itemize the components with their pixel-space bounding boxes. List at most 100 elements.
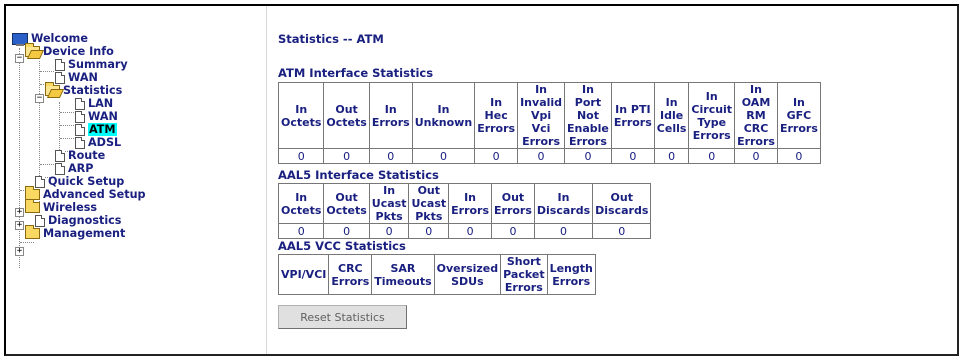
tree-item-device-info[interactable]: Device Info (25, 43, 114, 58)
page-icon (35, 175, 45, 188)
column-header: In Circuit Type Errors (688, 82, 736, 149)
tree-item-route[interactable]: Route (55, 149, 105, 162)
column-header: In Errors (448, 183, 493, 224)
column-header: Out Ucast Pkts (408, 183, 450, 224)
expand-wireless-toggle[interactable]: + (15, 221, 24, 230)
open-folder-icon (25, 43, 40, 57)
tree-item-stat-wan[interactable]: WAN (75, 110, 118, 123)
column-header: In Port Not Enable Errors (564, 82, 612, 149)
expand-management-toggle[interactable]: + (15, 247, 24, 256)
table-header-row: In Octets Out Octets In Errors In Unknown In… (277, 82, 821, 149)
tree-item-stat-lan[interactable]: LAN (75, 97, 113, 110)
aal5-vcc-table: VPI/VCI CRC Errors SAR Timeouts Oversize… (277, 254, 596, 295)
tree-item-wan[interactable]: WAN (55, 71, 98, 84)
table-cell: 0 (734, 148, 778, 164)
table-cell: 0 (411, 148, 476, 164)
page-icon (55, 162, 65, 175)
column-header: Out Octets (323, 183, 370, 224)
tree-item-label: ADSL (88, 136, 122, 149)
expand-advanced-setup-toggle[interactable]: + (15, 208, 24, 217)
aal5-vcc-title: AAL5 VCC Statistics (278, 239, 406, 253)
table-row: 0 0 0 0 0 0 0 0 0 0 0 0 (277, 148, 821, 164)
tree-item-stat-adsl[interactable]: ADSL (75, 136, 121, 149)
column-header: Out Octets (323, 82, 370, 149)
page-icon (75, 110, 85, 123)
column-header: Short Packet Errors (500, 254, 548, 295)
tree-item-label: Diagnostics (48, 214, 122, 227)
column-header: In Hec Errors (474, 82, 519, 149)
tree-item-arp[interactable]: ARP (55, 162, 93, 175)
tree-item-label: Route (68, 149, 106, 162)
tree-line (20, 242, 34, 243)
page-icon (55, 58, 65, 71)
column-header: Oversized SDUs (433, 254, 502, 295)
tree-line (40, 71, 54, 72)
column-header: VPI/VCI (277, 254, 330, 295)
table-cell: 0 (368, 148, 413, 164)
table-cell: 0 (474, 148, 519, 164)
column-header: In Idle Cells (653, 82, 690, 149)
table-cell: 0 (448, 223, 493, 239)
tree-line (19, 48, 20, 268)
tree-line (60, 125, 74, 126)
tree-item-stat-atm[interactable]: ATM (75, 123, 117, 136)
column-header: In Ucast Pkts (368, 183, 410, 224)
column-header: SAR Timeouts (371, 254, 435, 295)
atm-interface-title: ATM Interface Statistics (278, 66, 434, 80)
aal5-interface-title: AAL5 Interface Statistics (278, 168, 439, 182)
column-header: In Unknown (411, 82, 476, 149)
tree-item-statistics[interactable]: Statistics (45, 82, 123, 97)
tree-item-label: WAN (88, 110, 118, 123)
tree-item-quick-setup[interactable]: Quick Setup (35, 175, 124, 188)
tree-item-label: Statistics (63, 84, 123, 97)
column-header: In GFC Errors (776, 82, 821, 149)
tree-item-welcome[interactable]: Welcome (12, 32, 88, 46)
tree-item-label: ARP (68, 162, 94, 175)
tree-line (60, 138, 74, 139)
tree-item-label: Wireless (43, 201, 98, 214)
page-icon (35, 214, 45, 227)
page-title: Statistics -- ATM (278, 32, 384, 46)
tree-item-label: Welcome (31, 32, 88, 45)
tree-item-label: Advanced Setup (43, 188, 146, 201)
column-header: In Discards (533, 183, 594, 224)
frame-divider (266, 6, 267, 354)
atm-interface-table: In Octets Out Octets In Errors In Unknown In… (277, 82, 821, 164)
tree-line (40, 164, 54, 165)
table-cell: 0 (517, 148, 566, 164)
table-cell: 0 (592, 223, 652, 239)
column-header: In Octets (277, 82, 325, 149)
table-cell: 0 (610, 148, 655, 164)
table-cell: 0 (491, 223, 535, 239)
tree-item-label: Quick Setup (48, 175, 125, 188)
page-icon (75, 136, 85, 149)
tree-item-diagnostics[interactable]: Diagnostics (35, 214, 121, 227)
table-cell: 0 (776, 148, 821, 164)
table-cell: 0 (653, 148, 690, 164)
folder-icon (25, 225, 40, 239)
tree-item-summary[interactable]: Summary (55, 58, 128, 71)
table-cell: 0 (533, 223, 594, 239)
tree-item-wireless[interactable]: Wireless (25, 199, 98, 214)
collapse-device-info-toggle[interactable]: − (15, 54, 24, 63)
open-folder-icon (45, 82, 60, 96)
column-header: Length Errors (546, 254, 596, 295)
table-cell: 0 (277, 223, 325, 239)
table-cell: 0 (368, 223, 410, 239)
page-icon (75, 123, 85, 136)
column-header: In Octets (277, 183, 325, 224)
table-header-row: VPI/VCI CRC Errors SAR Timeouts Oversize… (277, 254, 596, 295)
reset-statistics-button[interactable]: Reset Statistics (278, 305, 407, 329)
column-header: In OAM RM CRC Errors (734, 82, 778, 149)
tree-item-management[interactable]: Management (25, 225, 126, 240)
column-header: In PTI Errors (610, 82, 655, 149)
column-header: In Errors (368, 82, 413, 149)
page-frame (4, 4, 959, 356)
collapse-statistics-toggle[interactable]: − (35, 94, 44, 103)
tree-item-label: LAN (88, 97, 114, 110)
tree-item-label: Management (43, 227, 126, 240)
column-header: In Invalid Vpi Vci Errors (517, 82, 566, 149)
column-header: Out Discards (592, 183, 652, 224)
tree-item-advanced-setup[interactable]: Advanced Setup (25, 186, 146, 201)
page-icon (55, 71, 65, 84)
